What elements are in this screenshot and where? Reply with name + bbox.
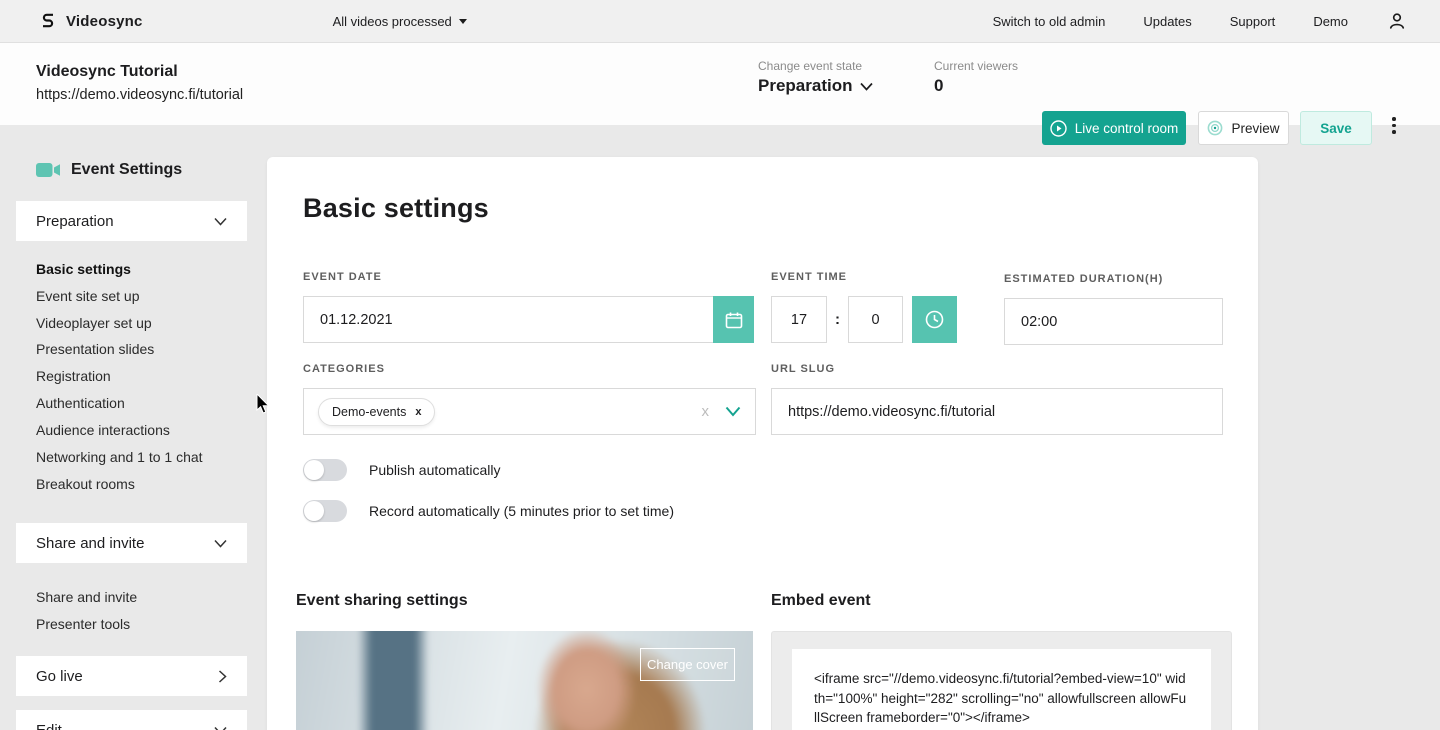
cover-image: Change cover: [296, 631, 753, 730]
event-date-label: EVENT DATE: [303, 271, 382, 283]
play-circle-icon: [1050, 120, 1067, 137]
chevron-down-icon: [214, 539, 227, 548]
embed-code-panel: <iframe src="//demo.videosync.fi/tutoria…: [771, 631, 1232, 730]
videos-processed-label: All videos processed: [333, 14, 452, 29]
event-time-hours-input[interactable]: [771, 296, 827, 343]
chip-remove-icon[interactable]: x: [415, 406, 421, 418]
page-title: Basic settings: [303, 193, 489, 224]
save-button[interactable]: Save: [1300, 111, 1372, 145]
navbar-links: Switch to old admin Updates Support Demo: [993, 10, 1408, 32]
nav-link-updates[interactable]: Updates: [1143, 14, 1191, 29]
preview-eye-icon: [1207, 120, 1223, 136]
more-options-kebab-icon[interactable]: [1392, 117, 1396, 134]
sidebar-item-basic-settings[interactable]: Basic settings: [36, 261, 131, 277]
publish-automatically-toggle[interactable]: [303, 459, 347, 481]
sidebar-group-preparation[interactable]: Preparation: [16, 201, 247, 241]
record-automatically-label: Record automatically (5 minutes prior to…: [369, 503, 674, 519]
embed-code-text: <iframe src="//demo.videosync.fi/tutoria…: [814, 669, 1189, 728]
nav-link-support[interactable]: Support: [1230, 14, 1276, 29]
event-sharing-settings-title: Event sharing settings: [296, 592, 468, 610]
app-screen: Videosync All videos processed Switch to…: [0, 0, 1440, 730]
change-cover-button[interactable]: Change cover: [640, 648, 735, 681]
event-title: Videosync Tutorial: [36, 63, 178, 81]
embed-event-title: Embed event: [771, 592, 871, 610]
sidebar-item-audience-interactions[interactable]: Audience interactions: [36, 422, 170, 438]
dropdown-triangle-icon: [459, 19, 467, 24]
current-viewers-label: Current viewers: [934, 59, 1018, 73]
estimated-duration-text: ESTIMATED DURATION(H): [1004, 273, 1163, 285]
categories-label: CATEGORIES: [303, 363, 385, 375]
sidebar-group-go-live[interactable]: Go live: [16, 656, 247, 696]
sidebar-item-videoplayer-set-up[interactable]: Videoplayer set up: [36, 315, 152, 331]
group-edit-label: Edit: [36, 722, 62, 730]
chevron-down-icon: [214, 726, 227, 730]
videos-processed-dropdown[interactable]: All videos processed: [333, 14, 467, 29]
event-state-dropdown[interactable]: Preparation: [758, 76, 873, 96]
category-chip-label: Demo-events: [332, 405, 406, 419]
preview-button[interactable]: Preview: [1198, 111, 1289, 145]
top-navbar: Videosync All videos processed Switch to…: [0, 0, 1440, 43]
event-date-input[interactable]: [303, 296, 713, 343]
live-button-label: Live control room: [1075, 121, 1179, 136]
current-viewers-count: 0: [934, 76, 943, 96]
url-slug-input[interactable]: [771, 388, 1223, 435]
change-event-state-label: Change event state: [758, 59, 862, 73]
user-account-icon[interactable]: [1386, 10, 1408, 32]
sidebar-item-presenter-tools[interactable]: Presenter tools: [36, 616, 130, 632]
calendar-button[interactable]: [713, 296, 754, 343]
group-share-label: Share and invite: [36, 535, 144, 552]
nav-link-demo[interactable]: Demo: [1313, 14, 1348, 29]
event-url: https://demo.videosync.fi/tutorial: [36, 87, 243, 103]
sidebar-group-share-and-invite[interactable]: Share and invite: [16, 523, 247, 563]
estimated-duration-label: ESTIMATED DURATION(H) i: [1004, 273, 1163, 285]
sidebar-item-registration[interactable]: Registration: [36, 368, 111, 384]
nav-link-switch-old-admin[interactable]: Switch to old admin: [993, 14, 1106, 29]
categories-chevron-down-icon[interactable]: [725, 406, 741, 417]
embed-code-box[interactable]: <iframe src="//demo.videosync.fi/tutoria…: [792, 649, 1211, 730]
sidebar-item-authentication[interactable]: Authentication: [36, 395, 125, 411]
brand[interactable]: Videosync: [38, 11, 143, 31]
chevron-down-icon: [860, 82, 873, 91]
time-picker-button[interactable]: [912, 296, 957, 343]
save-button-label: Save: [1320, 121, 1352, 136]
sidebar-item-networking-chat[interactable]: Networking and 1 to 1 chat: [36, 449, 203, 465]
time-separator: :: [827, 311, 848, 328]
sidebar-item-share-and-invite[interactable]: Share and invite: [36, 589, 137, 605]
clear-all-icon[interactable]: x: [702, 403, 710, 420]
event-time-label: EVENT TIME: [771, 271, 847, 283]
event-state-value: Preparation: [758, 76, 852, 96]
group-golive-label: Go live: [36, 668, 83, 685]
brand-name: Videosync: [66, 13, 143, 30]
sidebar: Event Settings Preparation Basic setting…: [0, 125, 267, 730]
clock-icon: [924, 309, 945, 330]
sidebar-title-label: Event Settings: [71, 161, 182, 179]
sidebar-item-presentation-slides[interactable]: Presentation slides: [36, 341, 154, 357]
category-chip: Demo-events x: [318, 398, 435, 426]
estimated-duration-input[interactable]: [1004, 298, 1223, 345]
chevron-down-icon: [214, 217, 227, 226]
group-preparation-label: Preparation: [36, 213, 114, 230]
record-automatically-toggle[interactable]: [303, 500, 347, 522]
live-control-room-button[interactable]: Live control room: [1042, 111, 1186, 145]
video-camera-icon: [36, 162, 61, 178]
sidebar-title: Event Settings: [36, 161, 182, 179]
event-time-minutes-input[interactable]: [848, 296, 903, 343]
event-header: Videosync Tutorial https://demo.videosyn…: [0, 43, 1440, 125]
sidebar-group-edit[interactable]: Edit: [16, 710, 247, 730]
videosync-logo-icon: [38, 11, 58, 31]
publish-automatically-label: Publish automatically: [369, 462, 501, 478]
sidebar-item-breakout-rooms[interactable]: Breakout rooms: [36, 476, 135, 492]
categories-multiselect[interactable]: Demo-events x x: [303, 388, 756, 435]
url-slug-label: URL SLUG: [771, 363, 835, 375]
preview-button-label: Preview: [1231, 121, 1279, 136]
basic-settings-card: Basic settings EVENT DATE EVENT TIME : E…: [267, 157, 1258, 730]
sidebar-item-event-site-set-up[interactable]: Event site set up: [36, 288, 140, 304]
calendar-icon: [724, 310, 744, 330]
chevron-right-icon: [218, 670, 227, 683]
